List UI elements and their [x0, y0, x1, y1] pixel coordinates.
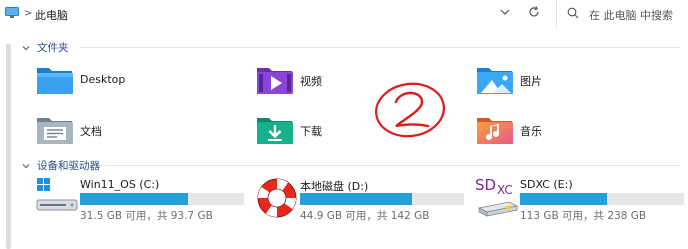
drive-name: Win11_OS (C:)	[80, 178, 160, 191]
search-placeholder: 在 此电脑 中搜索	[589, 9, 673, 22]
capacity-fill	[300, 193, 412, 205]
address-bar: > 此电脑 在 此电脑 中搜索	[0, 0, 688, 30]
this-pc-icon	[5, 7, 19, 18]
drive-e[interactable]: SD XC SDXC (E:) 113 GB 可用，共 238 GB	[475, 176, 688, 222]
breadcrumb-this-pc[interactable]: 此电脑	[35, 7, 68, 23]
folders-section-header[interactable]: 文件夹	[22, 40, 69, 55]
folder-label: 音乐	[520, 125, 542, 138]
drive-c[interactable]: Win11_OS (C:) 31.5 GB 可用，共 93.7 GB	[35, 176, 255, 222]
scrollbar[interactable]	[6, 44, 11, 249]
music-folder-icon	[477, 118, 513, 144]
videos-folder-icon	[257, 68, 293, 94]
xc-logo-text: XC	[497, 183, 513, 197]
sd-logo-text: SD	[475, 176, 496, 194]
capacity-bar	[300, 193, 464, 205]
chevron-down-icon[interactable]	[498, 5, 512, 19]
pictures-folder-icon	[477, 68, 513, 94]
drive-capacity-text: 44.9 GB 可用，共 142 GB	[300, 210, 430, 222]
capacity-bar	[520, 193, 684, 205]
folder-documents[interactable]: 文档	[35, 110, 185, 150]
drive-capacity-text: 113 GB 可用，共 238 GB	[520, 210, 647, 222]
folders-section-title: 文件夹	[37, 42, 69, 54]
folder-label: Desktop	[80, 73, 126, 86]
windows-drive-icon	[36, 178, 78, 211]
lifebuoy-drive-icon	[257, 178, 297, 218]
breadcrumb-separator[interactable]: >	[24, 8, 32, 19]
chevron-down-icon	[22, 45, 30, 50]
folder-pictures[interactable]: 图片	[475, 60, 625, 100]
capacity-bar	[80, 193, 244, 205]
search-icon	[567, 7, 579, 19]
drive-name: SDXC (E:)	[520, 178, 573, 191]
sd-card-drive-icon: SD XC	[475, 176, 519, 217]
section-divider	[105, 165, 680, 166]
folder-music[interactable]: 音乐	[475, 110, 625, 150]
search-input[interactable]: 在 此电脑 中搜索	[556, 0, 688, 28]
folder-label: 视频	[300, 75, 322, 88]
section-divider	[80, 47, 680, 48]
chevron-down-icon	[22, 163, 30, 168]
folder-label: 图片	[520, 75, 542, 88]
drive-name: 本地磁盘 (D:)	[300, 180, 369, 193]
drive-capacity-text: 31.5 GB 可用，共 93.7 GB	[80, 210, 213, 222]
capacity-fill	[520, 193, 607, 205]
drives-section-title: 设备和驱动器	[37, 160, 100, 172]
drives-section-header[interactable]: 设备和驱动器	[22, 158, 100, 173]
folder-desktop[interactable]: Desktop	[35, 60, 185, 100]
drive-d[interactable]: 本地磁盘 (D:) 44.9 GB 可用，共 142 GB	[255, 176, 475, 222]
refresh-icon[interactable]	[527, 5, 541, 19]
folder-label: 文档	[80, 125, 102, 138]
downloads-folder-icon	[257, 118, 293, 144]
folder-label: 下载	[300, 125, 322, 138]
handwritten-number-annotation	[375, 82, 445, 138]
desktop-folder-icon	[37, 68, 73, 94]
documents-folder-icon	[37, 118, 73, 144]
capacity-fill	[80, 193, 189, 205]
